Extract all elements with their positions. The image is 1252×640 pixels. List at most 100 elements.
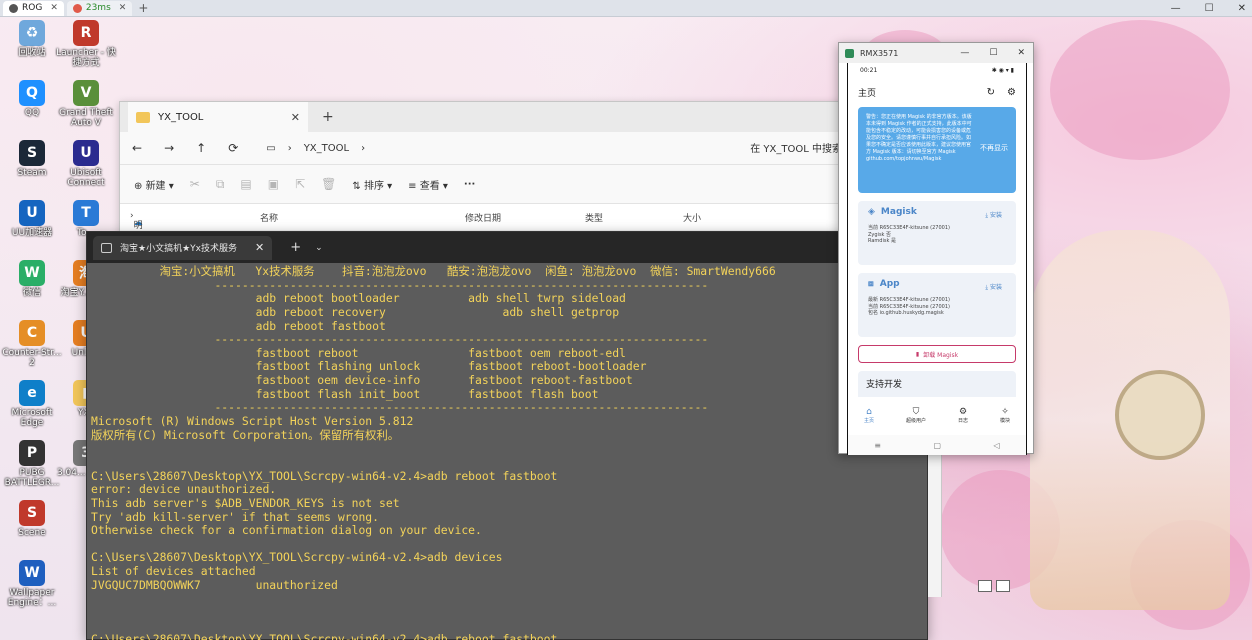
close-tab-icon[interactable]: ✕ (291, 111, 300, 124)
desktop-icon-label: 微信 (22, 288, 41, 298)
desktop-icon-label: Grand Theft Auto V (59, 108, 113, 128)
column-size[interactable]: 大小 (683, 211, 701, 224)
refresh-icon[interactable]: ↻ (987, 87, 995, 98)
nav-item-superuser[interactable]: ⛉ 超级用户 (906, 407, 926, 433)
app-icon: ♻ (19, 20, 45, 46)
desktop-icon-label: PUBG BATTLEGR... (4, 468, 60, 488)
desktop-icon[interactable]: ♻ 回收站 (2, 20, 62, 58)
desktop-icon-label: Scene (18, 528, 46, 538)
folder-icon (136, 111, 150, 123)
terminal-line: adb reboot fastboot (91, 318, 386, 333)
more-button[interactable]: ··· (464, 179, 475, 190)
back-icon[interactable]: ◁ (994, 441, 1000, 450)
new-tab-button[interactable]: + (138, 1, 148, 15)
nav-label: 日志 (957, 418, 968, 424)
desktop-icon-label: UU加速器 (11, 228, 53, 238)
nav-label: 模块 (999, 418, 1010, 424)
share-icon[interactable]: ⇱ (295, 177, 305, 191)
minimize-button[interactable]: — (960, 48, 969, 58)
delete-icon[interactable]: 🗑 (321, 177, 336, 191)
close-tab-icon[interactable]: ✕ (255, 241, 264, 254)
desktop-icon[interactable]: Q QQ (2, 80, 62, 118)
app-icon: S (19, 500, 45, 526)
desktop-icon[interactable]: S Steam (2, 140, 62, 178)
column-modified[interactable]: 修改日期 (465, 211, 501, 224)
explorer-tab[interactable]: YX_TOOL ✕ (128, 102, 308, 132)
details-view-icon[interactable] (978, 580, 992, 592)
column-type[interactable]: 类型 (585, 211, 603, 224)
desktop-icon-label: Ubisoft Connect (67, 168, 105, 188)
browser-tab-ping[interactable]: 23ms ✕ (66, 0, 133, 16)
monitor-icon: ▭ (266, 142, 276, 154)
up-arrow-icon[interactable]: ↑ (196, 141, 206, 155)
install-magisk-button[interactable]: ⤓ 安装 (985, 210, 1002, 220)
notice-text: 警告：您正在使用 Magisk 的非官方版本。该版本未得到 Magisk 作者的… (866, 114, 972, 162)
desktop-icon[interactable]: S Scene (2, 500, 62, 538)
chevron-down-icon[interactable]: ⌄ (315, 243, 323, 253)
search-input[interactable]: 在 YX_TOOL 中搜索 (750, 140, 842, 155)
nav-item-modules[interactable]: ✧ 模块 (1000, 407, 1010, 433)
desktop-icon[interactable]: P PUBG BATTLEGR... (2, 440, 62, 488)
close-button[interactable]: ✕ (1238, 3, 1246, 14)
new-button[interactable]: ⊕ 新建 ▾ (134, 177, 174, 192)
close-button[interactable]: ✕ (1017, 48, 1025, 58)
app-icon: W (19, 560, 45, 586)
nav-label: 主页 (863, 418, 874, 424)
address-bar[interactable]: ▭ › YX_TOOL › (266, 143, 365, 154)
dismiss-button[interactable]: 不再显示 (980, 145, 1008, 152)
terminal-tab[interactable]: 淘宝★小文搞机★Yx技术服务 ✕ (93, 235, 273, 260)
maximize-button[interactable]: ☐ (1205, 3, 1214, 14)
home-button-icon[interactable]: ▢ (933, 441, 941, 450)
new-tab-button[interactable]: + (322, 109, 334, 125)
desktop-icon[interactable]: e Microsoft Edge (2, 380, 62, 428)
new-tab-button[interactable]: + (290, 240, 301, 255)
window-title: RMX3571 (860, 48, 899, 58)
paste-icon[interactable]: ▤ (240, 177, 251, 191)
menu-icon[interactable]: ≡ (874, 441, 881, 450)
refresh-icon[interactable]: ⟳ (228, 141, 238, 155)
breadcrumb[interactable]: YX_TOOL (304, 143, 349, 154)
column-name[interactable]: 名称 (260, 211, 278, 224)
minimize-button[interactable]: — (1171, 3, 1181, 14)
copy-icon[interactable]: ⧉ (216, 177, 225, 192)
nav-item-log[interactable]: ⚙ 日志 (958, 407, 968, 433)
rename-icon[interactable]: ▣ (268, 177, 279, 191)
install-app-button[interactable]: ⤓ 安装 (985, 282, 1002, 292)
forward-arrow-icon[interactable]: → (164, 141, 174, 155)
cut-icon[interactable]: ✂ (190, 177, 200, 191)
app-icon: C (19, 320, 45, 346)
view-button[interactable]: ≡ 查看 ▾ (408, 177, 448, 192)
app-header: 主页 ↻ ⚙ (848, 77, 1026, 107)
explorer-tab-bar: YX_TOOL ✕ + (120, 102, 848, 132)
desktop-icon-label: Counter-Str... 2 (2, 348, 62, 368)
sort-button[interactable]: ⇅ 排序 ▾ (352, 177, 392, 192)
close-tab-icon[interactable]: ✕ (119, 3, 127, 13)
terminal-tab-bar: 淘宝★小文搞机★Yx技术服务 ✕ + ⌄ (87, 232, 927, 263)
terminal-icon (101, 242, 112, 253)
sidebar-item-personal[interactable]: › ☁ 明宇 - 个人 (130, 211, 143, 280)
uninstall-magisk-button[interactable]: ▮ 卸载 Magisk (858, 345, 1016, 363)
desktop-icon[interactable]: W 微信 (2, 260, 62, 298)
desktop-icon[interactable]: U Ubisoft Connect (56, 140, 116, 188)
desktop-icon[interactable]: V Grand Theft Auto V (56, 80, 116, 128)
desktop-icon[interactable]: U UU加速器 (2, 200, 62, 238)
desktop-icon[interactable]: R Launcher - 快捷方式 (56, 20, 116, 68)
terminal-output[interactable]: 淘宝:小文搞机 Yx技术服务 抖音:泡泡龙ovo 酷安:泡泡龙ovo 闲鱼: 泡… (91, 265, 927, 640)
maximize-button[interactable]: ☐ (989, 48, 997, 58)
back-arrow-icon[interactable]: ← (132, 141, 142, 155)
terminal-line: 淘宝:小文搞机 Yx技术服务 抖音:泡泡龙ovo 酷安:泡泡龙ovo 闲鱼: 泡… (91, 265, 776, 278)
desktop-icon[interactable]: C Counter-Str... 2 (2, 320, 62, 368)
browser-tab-rog[interactable]: ROG ✕ (3, 0, 64, 16)
explorer-side-edge (928, 454, 942, 597)
settings-gear-icon[interactable]: ⚙ (1007, 87, 1016, 98)
close-tab-icon[interactable]: ✕ (50, 3, 58, 13)
terminal-line: Microsoft (R) Windows Script Host Versio… (91, 414, 414, 429)
desktop-icon[interactable]: W Wallpaper Engine：... (2, 560, 62, 608)
tiles-view-icon[interactable] (996, 580, 1010, 592)
nav-item-home[interactable]: ⌂ 主页 (864, 407, 874, 433)
terminal-line: C:\Users\28607\Desktop\YX_TOOL\Scrcpy-wi… (91, 468, 558, 483)
phone-screen[interactable]: 00:21 ✱ ◉ ▾ ▮ 主页 ↻ ⚙ 警告：您正在使用 Magisk 的非官… (847, 63, 1027, 455)
